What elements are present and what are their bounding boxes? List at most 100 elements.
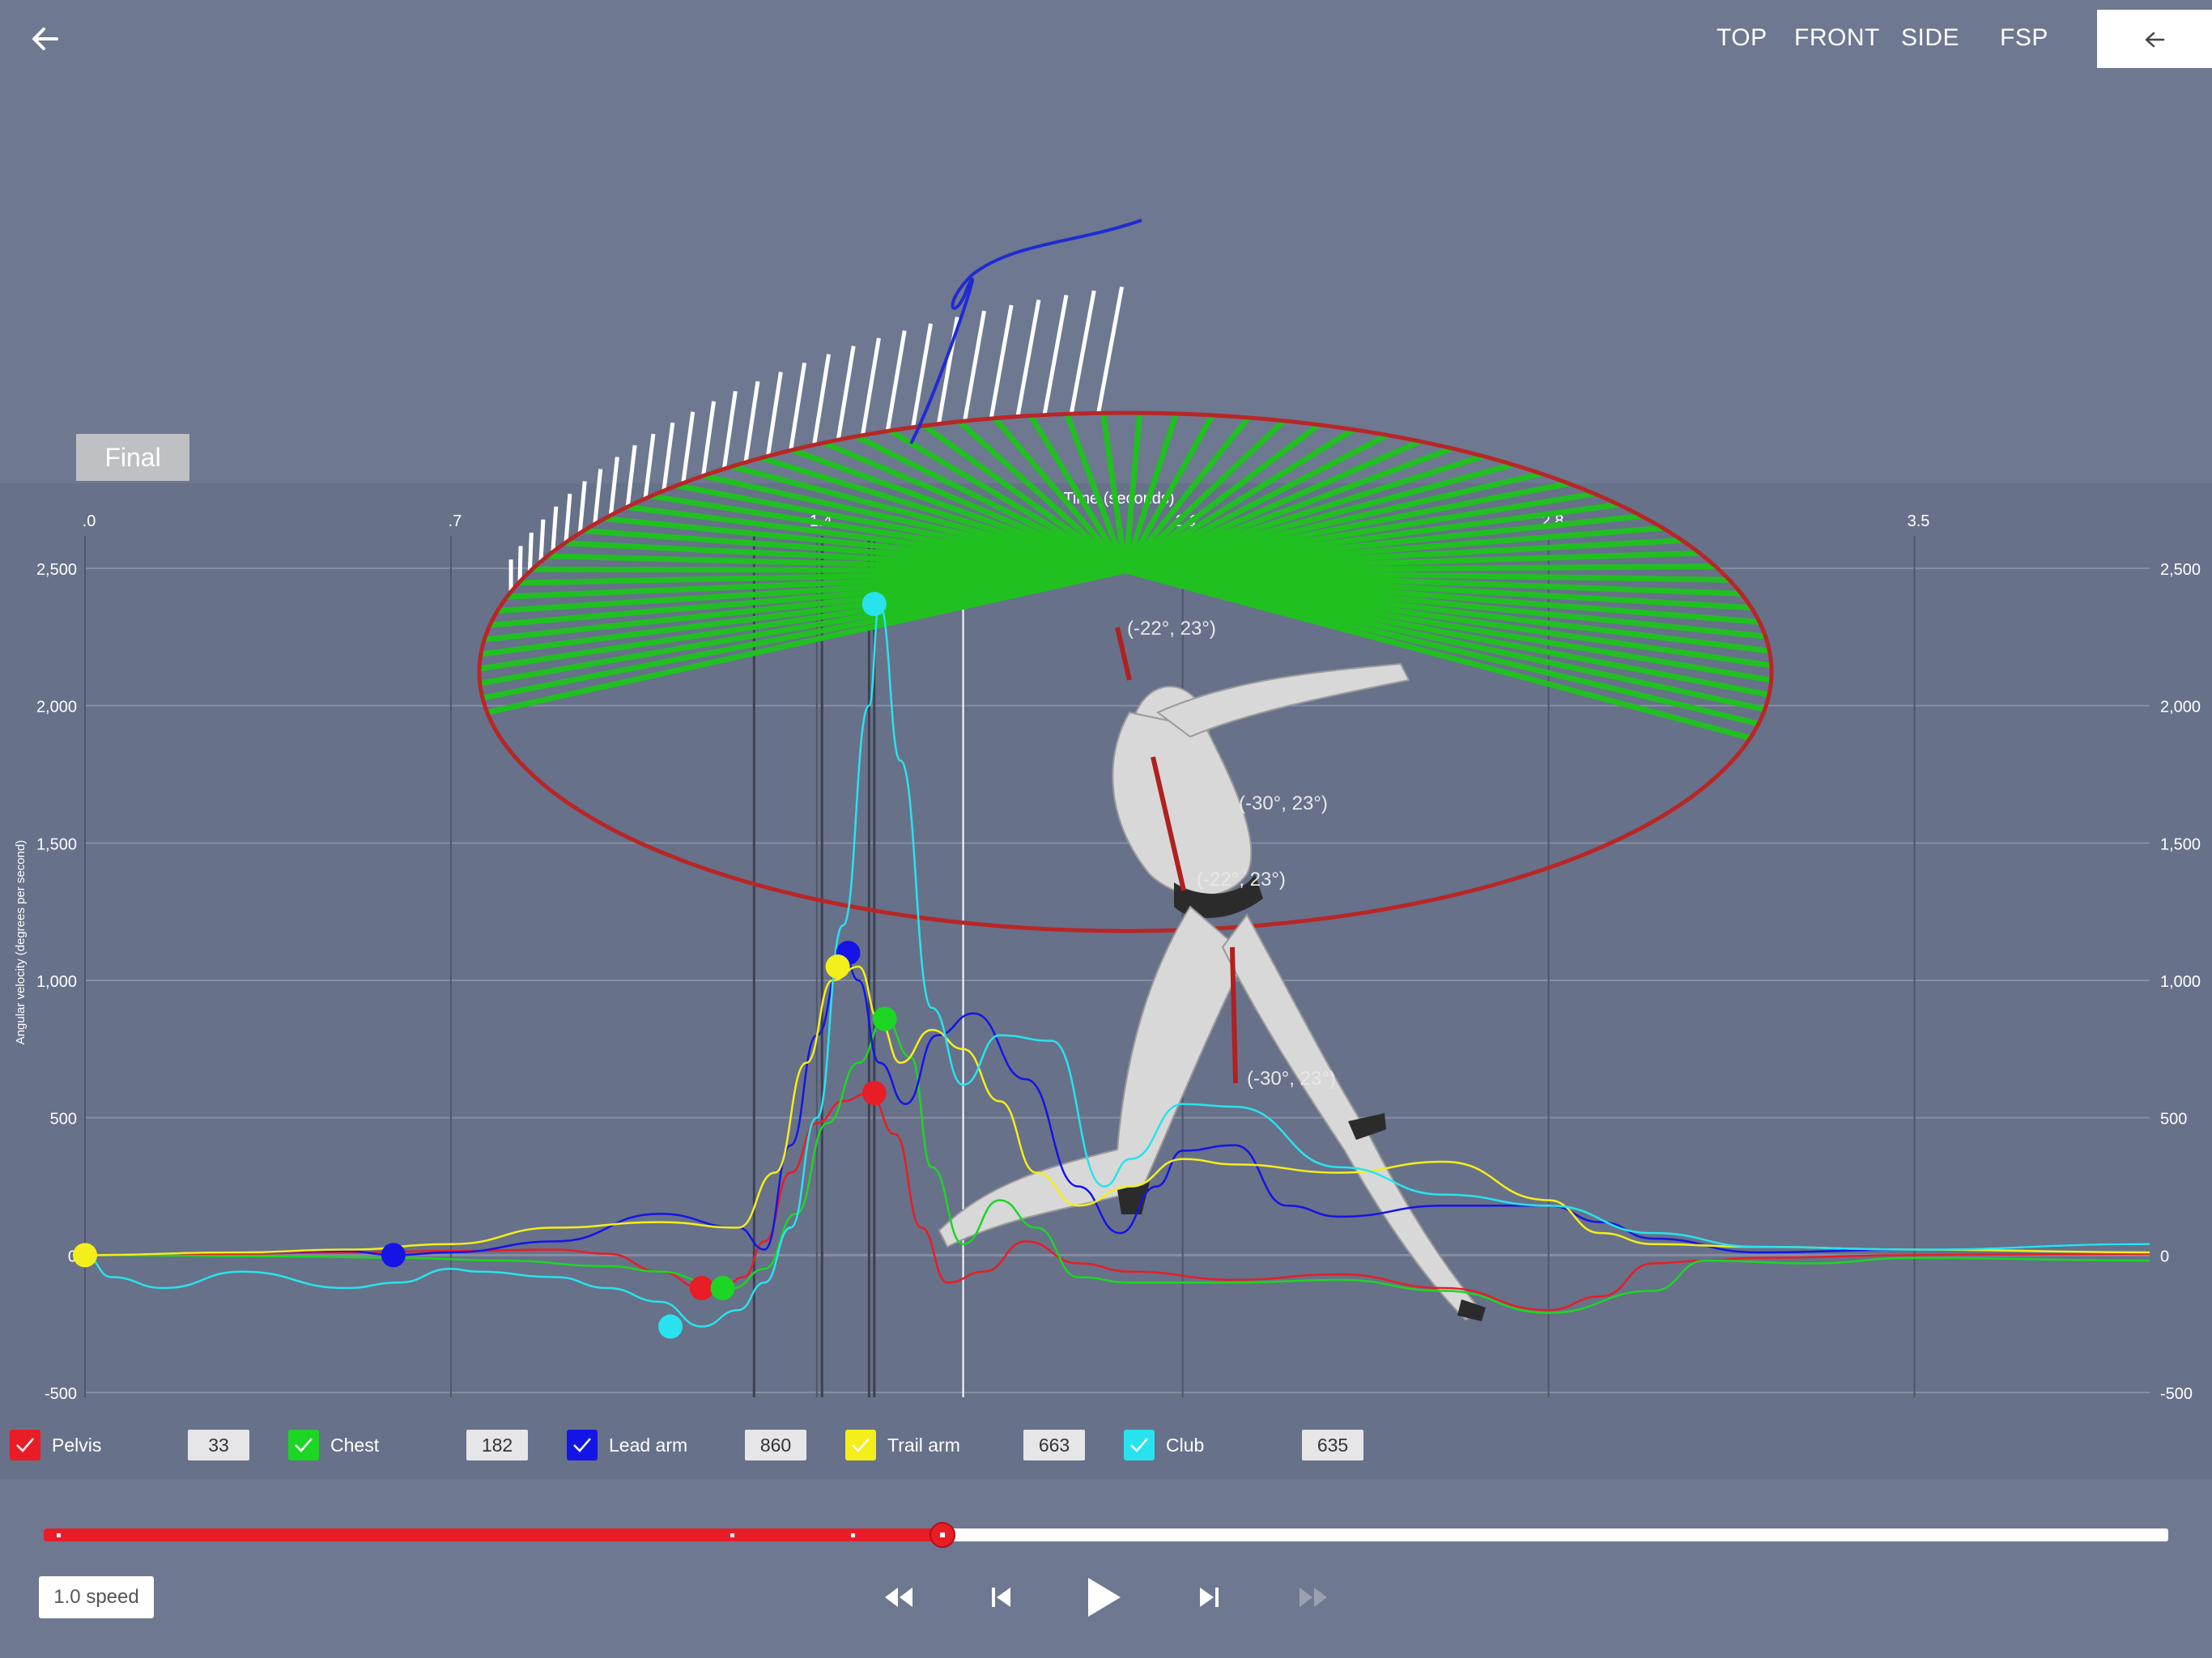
start-marker [689, 1276, 714, 1301]
legend-value: 663 [1023, 1430, 1085, 1460]
legend-item-club[interactable]: Club 635 [1124, 1430, 1391, 1462]
club-head-line [1069, 290, 1096, 414]
legend-checkbox[interactable] [1124, 1430, 1155, 1460]
peak-marker [872, 1006, 897, 1031]
legend-checkbox[interactable] [845, 1430, 876, 1460]
legend-label: Lead arm [609, 1435, 688, 1456]
legend-checkbox[interactable] [288, 1430, 319, 1460]
legend-value: 182 [466, 1430, 528, 1460]
peak-marker [861, 592, 887, 617]
skip-forward-icon [1200, 1588, 1219, 1607]
phase-badge: Final [76, 434, 189, 481]
club-head-line [860, 338, 881, 436]
legend-value: 860 [745, 1430, 806, 1460]
speed-button[interactable]: 1.0 speed [39, 1576, 154, 1618]
timeline-marker [851, 1533, 856, 1537]
legend-label: Trail arm [887, 1435, 960, 1456]
timeline-marker [56, 1533, 61, 1537]
y-tick-label: 1,000 [36, 973, 77, 991]
club-head-line [1096, 286, 1125, 414]
club-head-line [885, 330, 907, 432]
y-tick-label-right: 1,500 [2160, 835, 2201, 853]
legend-checkbox[interactable] [10, 1430, 40, 1460]
play-icon [1088, 1578, 1121, 1617]
legend-item-trail-arm[interactable]: Trail arm 663 [845, 1430, 1112, 1462]
legend-label: Chest [330, 1435, 380, 1456]
collapse-panel-button[interactable] [2097, 10, 2212, 68]
hand-path-line [909, 219, 1142, 444]
club-head-line [538, 519, 546, 562]
club-head-line [527, 532, 534, 572]
pelvis-axis-line [1230, 946, 1238, 1084]
club-head-line [789, 362, 807, 451]
club-head-line [661, 422, 675, 491]
chart-legend: Pelvis 33 Chest 182 Lead arm 860 Trail arm 663 C… [0, 1415, 2212, 1475]
play-button[interactable] [1085, 1575, 1124, 1623]
x-tick-label: .0 [83, 512, 96, 530]
scene-angle-label: (-30°, 23°) [1247, 1068, 1336, 1090]
check-icon [573, 1438, 591, 1452]
club-head-line [1042, 295, 1069, 415]
club-head-line [743, 380, 760, 463]
legend-item-pelvis[interactable]: Pelvis 33 [10, 1430, 277, 1462]
check-icon [16, 1438, 34, 1452]
rewind-button[interactable] [883, 1585, 915, 1613]
club-head-line [721, 390, 738, 470]
arrow-left-icon [2145, 32, 2165, 48]
view-fsp-button[interactable]: FSP [2000, 24, 2048, 52]
y-tick-label-right: 0 [2160, 1248, 2169, 1265]
next-frame-button[interactable] [1197, 1585, 1221, 1613]
club-head-line [517, 546, 523, 582]
legend-item-chest[interactable]: Chest 182 [288, 1430, 555, 1462]
check-icon [852, 1438, 870, 1452]
club-head-line [963, 310, 987, 422]
y-axis-title: Angular velocity (degrees per second) [14, 840, 28, 1045]
start-marker [710, 1276, 735, 1301]
check-icon [295, 1438, 313, 1452]
club-head-line [701, 401, 717, 477]
legend-label: Pelvis [52, 1435, 102, 1456]
y-tick-label-right: 500 [2160, 1111, 2187, 1129]
timeline-thumb[interactable] [929, 1522, 955, 1548]
legend-checkbox[interactable] [567, 1430, 598, 1460]
club-head-line [812, 354, 832, 445]
legend-label: Club [1166, 1435, 1205, 1456]
y-tick-label: -500 [45, 1385, 77, 1403]
timeline-marker [730, 1533, 734, 1537]
y-tick-label: 2,500 [36, 561, 77, 579]
view-top-button[interactable]: TOP [1716, 24, 1767, 52]
check-icon [1130, 1438, 1148, 1452]
previous-frame-button[interactable] [989, 1585, 1014, 1613]
timeline-scrubber[interactable] [44, 1522, 2168, 1548]
start-marker [658, 1314, 683, 1339]
y-tick-label-right: 2,000 [2160, 699, 2201, 716]
arrow-left-icon [32, 28, 58, 50]
y-tick-label-right: 1,000 [2160, 973, 2201, 991]
y-tick-label: 2,000 [36, 699, 77, 716]
club-head-line [1015, 300, 1041, 417]
start-marker [73, 1243, 97, 1268]
swing-visualization: Time (seconds) Angular velocity (degrees… [0, 219, 2212, 1479]
y-tick-label: 500 [50, 1111, 77, 1129]
skip-back-icon [992, 1588, 1010, 1607]
y-tick-label-right: 2,500 [2160, 561, 2201, 579]
x-tick-label: 3.5 [1908, 512, 1930, 530]
club-head-line [836, 345, 856, 440]
fast-forward-button[interactable] [1297, 1585, 1329, 1613]
view-side-button[interactable]: SIDE [1901, 24, 1959, 52]
y-tick-label: 1,500 [36, 835, 77, 853]
legend-item-lead-arm[interactable]: Lead arm 860 [567, 1430, 834, 1462]
start-marker [381, 1243, 406, 1268]
back-button[interactable] [29, 23, 78, 63]
scene-angle-label: (-22°, 23°) [1197, 869, 1286, 891]
timeline-progress [44, 1528, 942, 1541]
club-head-line [765, 372, 783, 457]
y-tick-label-right: -500 [2160, 1385, 2193, 1403]
club-head-line [681, 411, 696, 484]
peak-marker [825, 954, 850, 980]
club-head-line [989, 304, 1014, 419]
view-front-button[interactable]: FRONT [1794, 24, 1880, 52]
scene-angle-label: (-22°, 23°) [1127, 618, 1216, 640]
peak-marker [861, 1081, 887, 1106]
legend-value: 635 [1302, 1430, 1363, 1460]
